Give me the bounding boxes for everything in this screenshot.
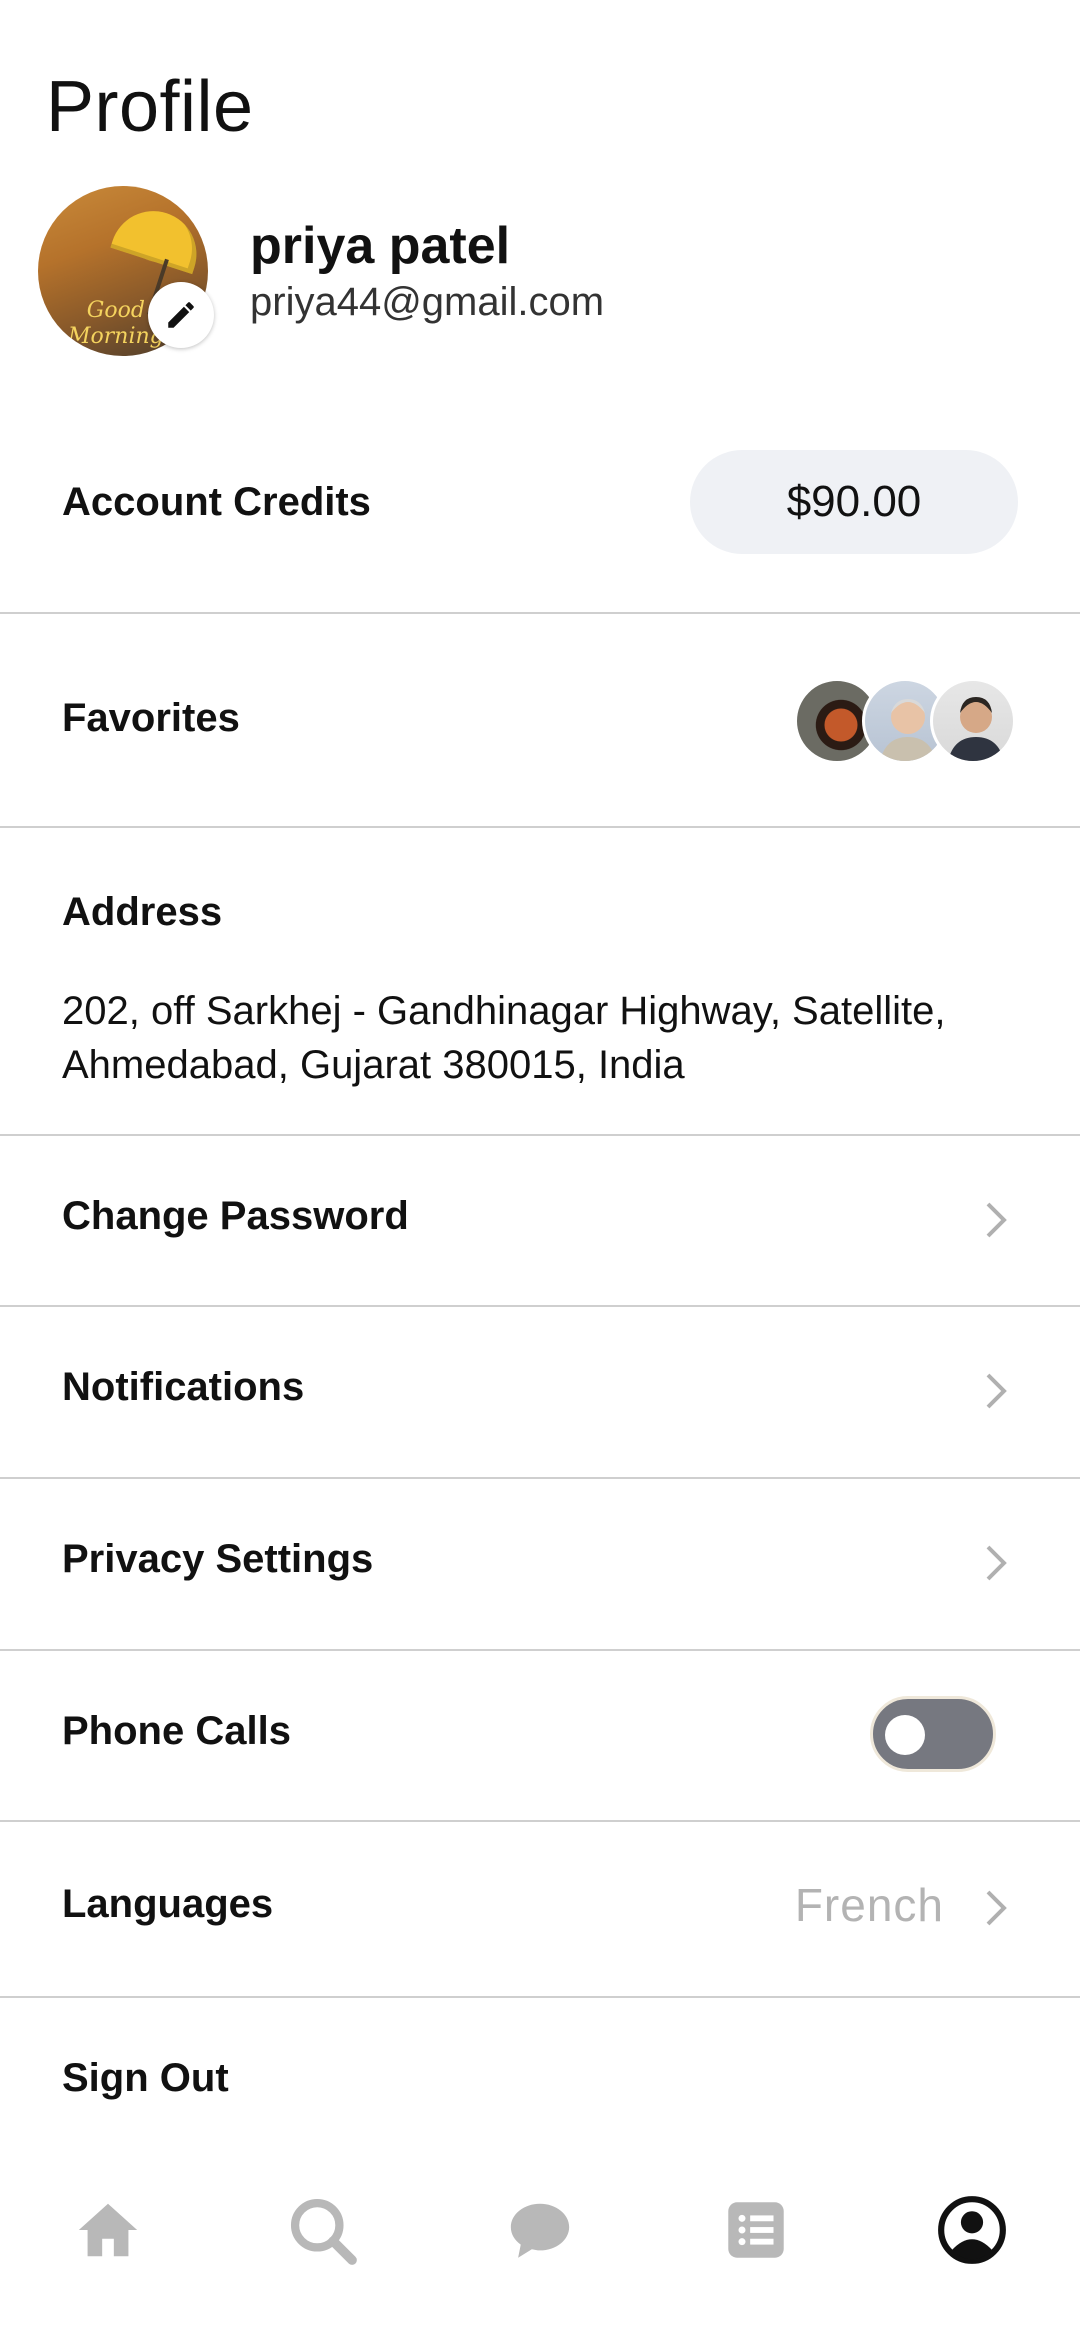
user-email: priya44@gmail.com xyxy=(250,280,605,324)
language-value: French xyxy=(794,1879,944,1931)
profile-icon xyxy=(938,2196,1006,2264)
change-password-label: Change Password xyxy=(62,1194,409,1238)
favorite-avatar-person-2[interactable] xyxy=(930,678,1016,764)
toggle-knob xyxy=(885,1715,925,1755)
avatar-container[interactable]: Good Morning xyxy=(38,186,216,364)
notifications-row[interactable]: Notifications xyxy=(0,1307,1080,1479)
sign-out-label: Sign Out xyxy=(62,2056,229,2100)
account-credits-label: Account Credits xyxy=(62,480,371,524)
notifications-label: Notifications xyxy=(62,1365,305,1409)
avatar-text-line2: Morning xyxy=(68,324,164,349)
bottom-tab-bar xyxy=(0,2180,1080,2300)
user-name: priya patel xyxy=(250,217,511,275)
home-icon xyxy=(78,2203,138,2257)
tab-search[interactable] xyxy=(272,2180,372,2280)
person-photo-icon xyxy=(948,697,1004,761)
pencil-icon xyxy=(168,302,194,328)
phone-calls-toggle[interactable] xyxy=(870,1696,996,1772)
privacy-settings-label: Privacy Settings xyxy=(62,1537,374,1581)
tab-home[interactable] xyxy=(58,2180,158,2280)
edit-avatar-button[interactable] xyxy=(148,282,214,348)
sign-out-row[interactable]: Sign Out xyxy=(0,1998,1080,2168)
chevron-right-icon xyxy=(986,1545,1007,1581)
address-text: 202, off Sarkhej - Gandhinagar Highway, … xyxy=(62,989,946,1087)
chevron-right-icon xyxy=(986,1202,1007,1238)
page-title: Profile xyxy=(46,67,254,147)
search-icon xyxy=(290,2198,357,2265)
favorites-label: Favorites xyxy=(62,696,240,740)
privacy-settings-row[interactable]: Privacy Settings xyxy=(0,1479,1080,1651)
address-label: Address xyxy=(62,890,223,934)
chevron-right-icon xyxy=(986,1890,1007,1926)
phone-calls-label: Phone Calls xyxy=(62,1709,291,1753)
change-password-row[interactable]: Change Password xyxy=(0,1136,1080,1307)
chevron-right-icon xyxy=(986,1373,1007,1409)
tab-profile[interactable] xyxy=(922,2180,1022,2280)
account-credits-value[interactable]: $90.00 xyxy=(690,450,1018,554)
languages-label: Languages xyxy=(62,1882,274,1926)
profile-screen: Profile Good Morning priya patel priya44… xyxy=(0,0,1080,2340)
tab-list[interactable] xyxy=(706,2180,806,2280)
list-icon xyxy=(728,2202,784,2258)
tab-messages[interactable] xyxy=(490,2180,590,2280)
chat-icon xyxy=(510,2203,570,2258)
favorites-avatars[interactable] xyxy=(794,678,1016,764)
